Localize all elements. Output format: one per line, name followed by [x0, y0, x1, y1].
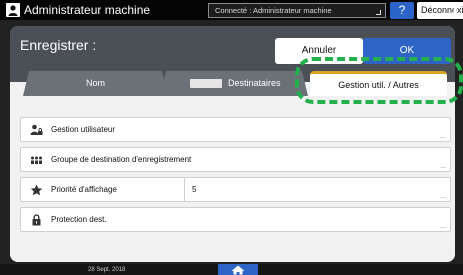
corner-icon — [376, 10, 381, 15]
tab-destinataires-label: Destinataires — [228, 78, 281, 88]
login-status-box[interactable]: Connecté : Administrateur machine — [208, 3, 386, 18]
screen: Administrateur machine Connecté : Admini… — [0, 0, 463, 275]
home-button[interactable] — [218, 264, 258, 275]
more-icon: ... — [440, 163, 446, 170]
user-management-icon — [30, 124, 43, 135]
destination-types-icon — [190, 79, 222, 88]
date-display: 28 Sept. 2018 — [88, 267, 126, 273]
row-destination-protection[interactable]: Protection dest. ... — [20, 207, 451, 232]
row-user-management[interactable]: Gestion utilisateur ... — [20, 117, 451, 142]
more-icon: ... — [440, 193, 446, 200]
ok-button[interactable]: OK — [363, 38, 451, 64]
group-icon — [31, 156, 42, 164]
cancel-button[interactable]: Annuler — [275, 38, 363, 64]
row-label: Gestion utilisateur — [51, 125, 116, 134]
panel-title: Enregistrer : — [20, 37, 97, 53]
row-label: Priorité d'affichage — [51, 185, 117, 194]
top-bar: Administrateur machine Connecté : Admini… — [0, 0, 463, 20]
register-panel: Enregistrer : Annuler OK Nom Destinatair… — [10, 26, 455, 262]
row-display-priority[interactable]: Priorité d'affichage 5 ... — [20, 177, 451, 202]
bottom-bar: 28 Sept. 2018 — [0, 264, 463, 275]
user-icon — [6, 3, 20, 17]
tab-nom[interactable]: Nom — [23, 71, 168, 96]
moon-icon[interactable] — [452, 4, 463, 18]
tab-destinataires[interactable]: Destinataires — [160, 71, 308, 96]
app-title: Administrateur machine — [24, 3, 151, 17]
priority-value: 5 — [192, 185, 197, 194]
lock-icon — [32, 214, 41, 226]
row-label: Protection dest. — [51, 215, 107, 224]
star-icon — [30, 184, 43, 196]
row-divider — [184, 178, 185, 201]
row-destination-group[interactable]: Groupe de destination d'enregistrement .… — [20, 147, 451, 172]
row-label: Groupe de destination d'enregistrement — [51, 155, 192, 164]
home-icon — [231, 265, 245, 275]
login-status-text: Connecté : Administrateur machine — [215, 6, 332, 15]
help-button[interactable]: ? — [390, 2, 414, 19]
more-icon: ... — [440, 223, 446, 230]
more-icon: ... — [440, 133, 446, 140]
tab-gestion-util-autres[interactable]: Gestion util. / Autres — [310, 71, 447, 98]
